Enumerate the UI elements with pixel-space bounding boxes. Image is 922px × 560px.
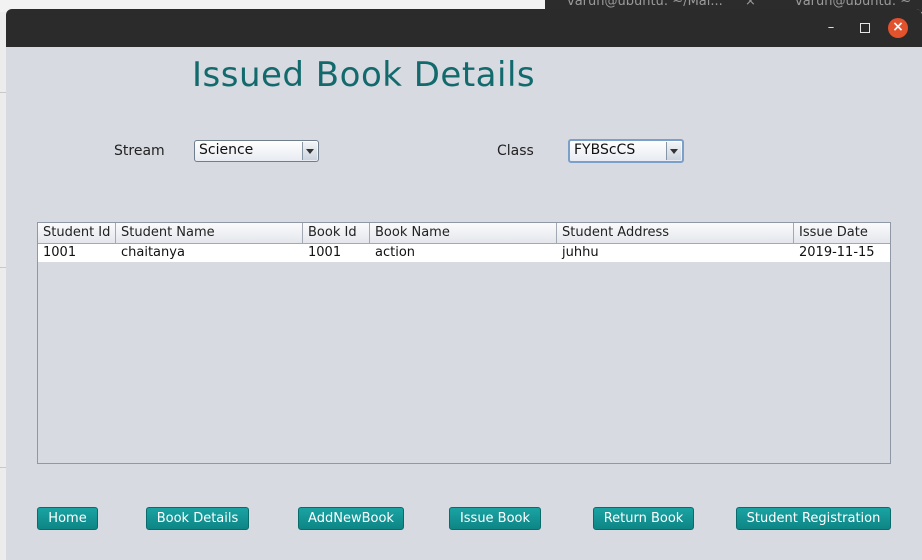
stream-label: Stream (114, 143, 165, 159)
cell-book-id: 1001 (308, 245, 342, 260)
class-select[interactable]: FYBScCS (568, 139, 684, 163)
cell-student-address: juhhu (562, 245, 599, 260)
cell-student-name: chaitanya (121, 245, 185, 260)
minimize-button[interactable]: – (822, 19, 840, 37)
terminal-tab-1[interactable]: varun@ubuntu: ~/Mai... (567, 0, 723, 9)
issued-books-table[interactable]: Student Id Student Name Book Id Book Nam… (37, 222, 891, 464)
home-button[interactable]: Home (37, 507, 98, 530)
page-title: Issued Book Details (192, 55, 536, 95)
table-header: Student Id Student Name Book Id Book Nam… (38, 223, 890, 244)
table-row[interactable]: 1001 chaitanya 1001 action juhhu 2019-11… (38, 244, 890, 262)
book-details-button[interactable]: Book Details (146, 507, 249, 530)
cell-book-name: action (375, 245, 416, 260)
terminal-tab-1-close-icon[interactable]: × (745, 0, 756, 9)
cell-issue-date: 2019-11-15 (799, 245, 875, 260)
add-new-book-button[interactable]: AddNewBook (298, 507, 404, 530)
student-registration-button[interactable]: Student Registration (736, 507, 891, 530)
cell-student-id: 1001 (43, 245, 77, 260)
return-book-button[interactable]: Return Book (593, 507, 694, 530)
maximize-button[interactable] (856, 19, 874, 37)
column-header-issue-date[interactable]: Issue Date (794, 223, 890, 243)
stream-select-value: Science (199, 142, 254, 158)
window-titlebar[interactable]: – × (6, 9, 922, 47)
class-select-value: FYBScCS (574, 142, 636, 158)
close-button[interactable]: × (888, 18, 908, 38)
terminal-tab-2[interactable]: varun@ubuntu: ~ (795, 0, 911, 9)
stream-select[interactable]: Science (194, 140, 319, 162)
chevron-down-icon[interactable] (302, 142, 317, 160)
class-label: Class (497, 143, 534, 159)
column-header-student-id[interactable]: Student Id (38, 223, 116, 243)
maximize-icon (860, 23, 870, 33)
column-header-student-address[interactable]: Student Address (557, 223, 794, 243)
issue-book-button[interactable]: Issue Book (449, 507, 541, 530)
chevron-down-icon[interactable] (666, 142, 681, 160)
column-header-student-name[interactable]: Student Name (116, 223, 303, 243)
column-header-book-name[interactable]: Book Name (370, 223, 557, 243)
column-header-book-id[interactable]: Book Id (303, 223, 370, 243)
app-window: – × Issued Book Details Stream Science C… (6, 9, 922, 560)
